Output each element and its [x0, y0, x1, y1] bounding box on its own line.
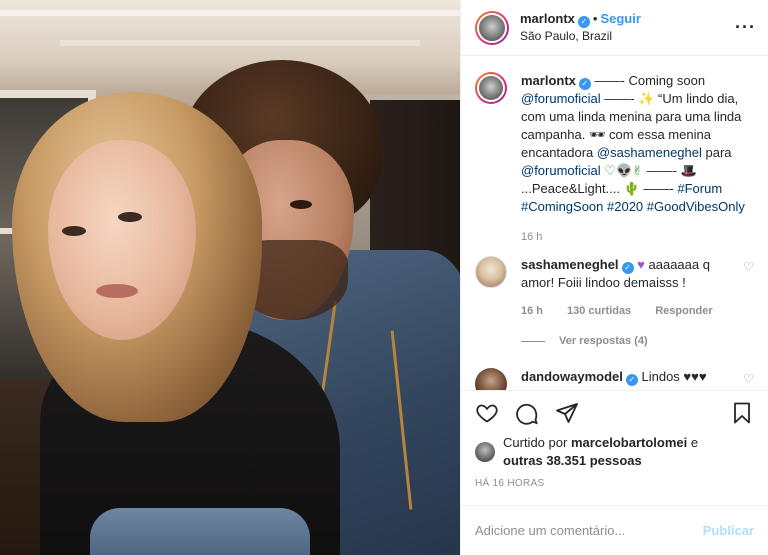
separator-dot: • — [592, 11, 598, 26]
post-location[interactable]: São Paulo, Brazil — [520, 28, 735, 44]
comment-text: Lindos ♥♥♥ — [641, 369, 707, 384]
reply-button[interactable]: Responder — [655, 302, 712, 320]
ceiling-light-strip — [0, 10, 460, 16]
share-send-icon[interactable] — [555, 401, 579, 425]
like-comment-heart-icon[interactable]: ♡ — [743, 260, 754, 350]
commenter-avatar[interactable] — [475, 256, 507, 288]
woman-eye — [118, 212, 142, 222]
like-heart-icon[interactable] — [475, 401, 499, 425]
liked-by-joiner: e — [690, 435, 699, 450]
liked-by: Curtido por marcelobartolomei e outras 3… — [461, 434, 768, 470]
verified-badge-icon: ✓ — [625, 374, 638, 386]
caption-username[interactable]: marlontx — [521, 73, 576, 88]
woman-eye — [62, 226, 86, 236]
liker-avatar[interactable] — [475, 442, 495, 462]
instagram-post: marlontx ✓ • Seguir São Paulo, Brazil ··· m… — [0, 0, 768, 555]
caption-time[interactable]: 16 h — [521, 228, 754, 246]
follow-button[interactable]: Seguir — [600, 11, 640, 26]
more-options-icon[interactable]: ··· — [735, 17, 756, 38]
publish-button[interactable]: Publicar — [703, 523, 754, 538]
caption-mention[interactable]: @forumoficial — [521, 163, 601, 178]
comment: sashameneghel ✓ ♥ aaaaaaa q amor! Foiii l… — [475, 256, 754, 350]
caption-hashtag[interactable]: #2020 — [607, 199, 643, 214]
comment-body: dandowaymodel ✓ Lindos ♥♥♥ — [521, 368, 733, 390]
caption-hashtag[interactable]: #GoodVibesOnly — [647, 199, 745, 214]
liked-by-prefix: Curtido por — [503, 435, 568, 450]
author-meta: marlontx ✓ • Seguir São Paulo, Brazil — [520, 11, 735, 44]
comment-text: amor! Foiii lindoo demaisss ! — [521, 275, 686, 290]
comment-text: aaaaaaa q — [648, 257, 710, 272]
denim-sleeve — [90, 508, 310, 555]
caption-hashtag[interactable]: #Forum — [677, 181, 722, 196]
post-side-panel: marlontx ✓ • Seguir São Paulo, Brazil ··· m… — [460, 0, 768, 555]
commenter-avatar[interactable] — [475, 368, 507, 390]
comment-likes[interactable]: 130 curtidas — [567, 302, 631, 320]
liked-by-user[interactable]: marcelobartolomei — [571, 435, 687, 450]
caption-text: ——- Coming soon — [594, 73, 706, 88]
view-replies-button[interactable]: Ver respostas (4) — [521, 332, 733, 350]
comment-body: sashameneghel ✓ ♥ aaaaaaa q amor! Foiii l… — [521, 256, 733, 350]
replies-line — [521, 340, 545, 342]
caption-body: marlontx ✓ ——- Coming soon @forumoficial … — [521, 72, 754, 246]
like-comment-heart-icon[interactable]: ♡ — [743, 372, 754, 390]
comment-actions: 16 h 130 curtidas Responder — [521, 302, 733, 320]
add-comment-bar: Publicar — [461, 505, 768, 555]
comments-section: marlontx ✓ ——- Coming soon @forumoficial … — [461, 56, 768, 390]
comment-time[interactable]: 16 h — [521, 302, 543, 320]
caption: marlontx ✓ ——- Coming soon @forumoficial … — [475, 72, 754, 246]
bookmark-save-icon[interactable] — [730, 401, 754, 425]
view-replies-label: Ver respostas (4) — [559, 335, 648, 347]
comment-bubble-icon[interactable] — [515, 401, 539, 425]
purple-heart-icon: ♥ — [637, 257, 645, 272]
woman-lips — [96, 284, 138, 298]
caption-mention[interactable]: @sashameneghel — [597, 145, 702, 160]
caption-text: para — [705, 145, 732, 160]
post-actions — [461, 390, 768, 434]
window-frame — [0, 90, 96, 98]
author-username[interactable]: marlontx — [520, 11, 575, 26]
verified-badge-icon: ✓ — [577, 16, 590, 28]
verified-badge-icon: ✓ — [578, 78, 591, 90]
ceiling-light-strip — [60, 40, 420, 46]
caption-author-avatar[interactable] — [475, 72, 507, 104]
verified-badge-icon: ✓ — [621, 262, 634, 274]
post-photo[interactable] — [0, 0, 460, 555]
liked-by-text: Curtido por marcelobartolomei e outras 3… — [503, 434, 698, 470]
commenter-username[interactable]: dandowaymodel — [521, 369, 623, 384]
caption-mention[interactable]: @forumoficial — [521, 91, 601, 106]
commenter-username[interactable]: sashameneghel — [521, 257, 619, 272]
comment-input[interactable] — [475, 523, 703, 538]
liked-by-others[interactable]: outras 38.351 pessoas — [503, 453, 642, 468]
comment: dandowaymodel ✓ Lindos ♥♥♥ ♡ — [475, 368, 754, 390]
post-header: marlontx ✓ • Seguir São Paulo, Brazil ··· — [461, 0, 768, 56]
caption-emoji: ♡👽✌ — [604, 163, 644, 178]
man-eye — [290, 200, 312, 209]
author-avatar[interactable] — [475, 10, 509, 45]
caption-hashtag[interactable]: #ComingSoon — [521, 199, 603, 214]
post-timestamp[interactable]: HÁ 16 HORAS — [461, 470, 768, 489]
